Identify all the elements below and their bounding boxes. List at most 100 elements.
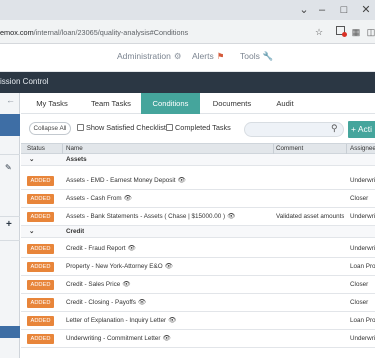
row-assignee: Underwriti (350, 245, 375, 252)
plus-icon[interactable]: + (6, 219, 12, 230)
row-name[interactable]: Credit - Fraud Report 👁 (66, 240, 271, 258)
alert-bell-icon: ⚑ (216, 51, 225, 61)
minimize-icon[interactable]: – (315, 3, 329, 17)
star-icon[interactable]: ☆ (312, 24, 326, 40)
row-name[interactable]: Assets - EMD - Earnest Money Deposit 👁 (66, 172, 271, 190)
conditions-toolbar: Collapse All Show Satisfied Checklists C… (21, 114, 375, 143)
url-field[interactable]: emox.com/internal/loan/23065/quality-ana… (0, 26, 312, 40)
chevron-down-icon[interactable]: ⌄ (29, 226, 34, 238)
checkbox-box[interactable] (77, 124, 84, 131)
section-title-bar: ission Control (0, 72, 375, 93)
search-input[interactable] (244, 122, 344, 137)
window-icon[interactable]: ◫ (364, 24, 375, 40)
table-row[interactable]: ADDED Property - New York-Attorney E&O 👁 … (21, 258, 375, 276)
eye-icon[interactable]: 👁 (138, 299, 146, 306)
status-badge: ADDED (27, 262, 54, 272)
table-row[interactable]: ADDED Letter of Explanation - Inquiry Le… (21, 312, 375, 330)
chevron-down-icon[interactable]: ⌄ (29, 154, 34, 166)
left-panel-selected-band[interactable] (0, 114, 20, 136)
show-satisfied-checkbox[interactable]: Show Satisfied Checklists (77, 122, 170, 134)
table-row[interactable]: ADDED Assets - Bank Statements - Assets … (21, 208, 375, 226)
eye-icon[interactable]: 👁 (165, 263, 173, 270)
url-host: emox.com (0, 28, 34, 37)
column-header-assignee[interactable]: Assignee (350, 144, 375, 154)
show-satisfied-label: Show Satisfied Checklists (86, 123, 170, 132)
status-badge: ADDED (27, 280, 54, 290)
puzzle-icon[interactable]: ▦ (349, 24, 363, 40)
edit-icon[interactable]: ✎ (5, 163, 12, 172)
eye-icon[interactable]: 👁 (122, 281, 130, 288)
row-name-text: Credit - Fraud Report (66, 245, 126, 252)
row-comment (276, 172, 344, 190)
column-divider (62, 144, 63, 154)
arrow-left-icon[interactable]: ← (6, 95, 15, 105)
column-header-status[interactable]: Status (27, 144, 45, 154)
left-panel-divider (0, 154, 20, 155)
tab-audit[interactable]: Audit (263, 93, 307, 114)
completed-tasks-label: Completed Tasks (175, 123, 231, 132)
app-header: Administration ⚙ Alerts ⚑ Tools 🔧 (0, 44, 375, 72)
tab-conditions[interactable]: Conditions (141, 93, 200, 114)
left-panel-divider (0, 216, 20, 217)
row-name[interactable]: Letter of Explanation - Inquiry Letter 👁 (66, 312, 271, 330)
checkbox-box[interactable] (166, 124, 173, 131)
eye-icon[interactable]: 👁 (178, 177, 186, 184)
left-panel: ← ✎ + (0, 93, 20, 358)
row-name[interactable]: Credit - Closing - Payoffs 👁 (66, 294, 271, 312)
row-comment (276, 258, 344, 276)
row-name[interactable]: Credit - Sales Price 👁 (66, 276, 271, 294)
row-comment (276, 190, 344, 208)
row-name-text: Letter of Explanation - Inquiry Letter (66, 317, 167, 324)
status-badge: ADDED (27, 194, 54, 204)
completed-tasks-checkbox[interactable]: Completed Tasks (166, 122, 231, 134)
group-label: Assets (66, 156, 87, 163)
tab-team-tasks[interactable]: Team Tasks (81, 93, 141, 114)
collapse-all-button[interactable]: Collapse All (29, 122, 71, 135)
column-header-name[interactable]: Name (66, 144, 83, 154)
search-icon[interactable]: ⚲ (331, 123, 338, 134)
chevron-down-icon[interactable]: ⌄ (297, 3, 311, 17)
row-comment: Validated asset amounts. (276, 213, 344, 220)
eye-icon[interactable]: 👁 (227, 213, 235, 220)
eye-icon[interactable]: 👁 (124, 195, 132, 202)
table-row[interactable]: ADDED Credit - Fraud Report👁 Underwriti (21, 240, 375, 258)
column-header-comment[interactable]: Comment (276, 144, 303, 154)
left-panel-band-bottom[interactable] (0, 326, 20, 338)
group-row-credit[interactable]: ⌄ Credit (21, 226, 375, 238)
row-assignee: Loan Proc (350, 317, 375, 324)
status-badge: ADDED (27, 212, 54, 222)
eye-icon[interactable]: 👁 (128, 245, 136, 252)
nav-administration[interactable]: Administration ⚙ (117, 51, 181, 62)
row-name[interactable]: Underwriting - Commitment Letter 👁 (66, 330, 271, 348)
tab-bar: My Tasks Team Tasks Conditions Documents… (21, 93, 375, 114)
group-row-assets[interactable]: ⌄ Assets (21, 154, 375, 166)
nav-alerts[interactable]: Alerts ⚑ (192, 51, 224, 62)
table-row[interactable]: ADDED Underwriting - Commitment Letter 👁 … (21, 330, 375, 348)
table-row[interactable]: ADDED Credit - Sales Price 👁 Closer (21, 276, 375, 294)
maximize-icon[interactable]: □ (337, 3, 351, 17)
row-assignee: Closer (350, 281, 369, 288)
row-name-text: Underwriting - Commitment Letter (66, 335, 161, 342)
wrench-icon: 🔧 (262, 51, 274, 61)
tab-documents[interactable]: Documents (202, 93, 262, 114)
table-row[interactable]: ADDED Credit - Closing - Payoffs 👁 Closer (21, 294, 375, 312)
tab-my-tasks[interactable]: My Tasks (25, 93, 79, 114)
add-action-button[interactable]: + Acti (348, 121, 375, 138)
status-badge: ADDED (27, 298, 54, 308)
table-row[interactable]: ADDED Assets - EMD - Earnest Money Depos… (21, 172, 375, 190)
row-name[interactable]: Property - New York-Attorney E&O 👁 (66, 258, 271, 276)
nav-alerts-label: Alerts (192, 51, 214, 61)
close-icon[interactable]: ✕ (359, 3, 373, 17)
eye-icon[interactable]: 👁 (168, 317, 176, 324)
row-name[interactable]: Assets - Cash From 👁 (66, 190, 271, 208)
browser-address-bar: emox.com/internal/loan/23065/quality-ana… (0, 20, 375, 44)
table-row[interactable]: ADDED Assets - Cash From 👁 Closer (21, 190, 375, 208)
extension-icon[interactable] (333, 24, 347, 40)
eye-icon[interactable]: 👁 (162, 335, 170, 342)
section-title: ission Control (0, 77, 49, 86)
row-assignee: Underwriti (350, 335, 375, 342)
nav-tools[interactable]: Tools 🔧 (240, 51, 273, 62)
row-comment (276, 294, 344, 312)
row-name[interactable]: Assets - Bank Statements - Assets ( Chas… (66, 208, 271, 226)
row-comment (276, 312, 344, 330)
